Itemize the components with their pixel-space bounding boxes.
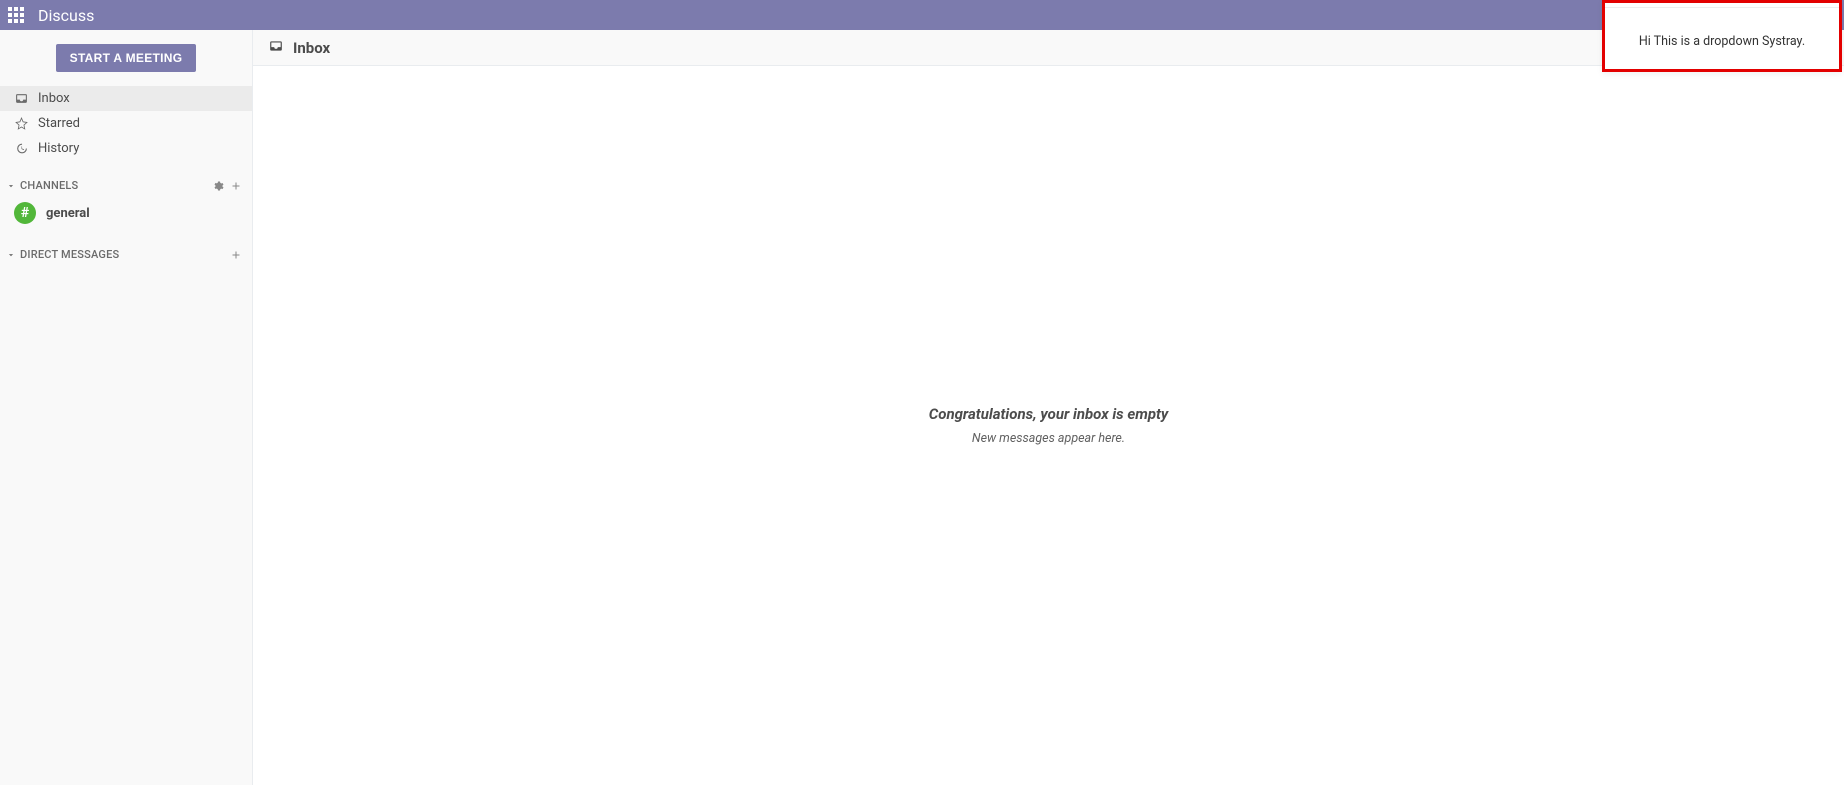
channel-label: general bbox=[46, 206, 90, 221]
inbox-icon bbox=[269, 39, 283, 57]
navbar: Discuss 5 8 Mitchell Admin bbox=[0, 0, 1844, 30]
sidebar-item-label: Inbox bbox=[38, 91, 70, 106]
plus-icon[interactable] bbox=[230, 180, 242, 192]
start-meeting-button[interactable]: START A MEETING bbox=[56, 44, 197, 72]
gear-icon[interactable] bbox=[212, 180, 224, 192]
star-icon bbox=[14, 117, 28, 130]
inbox-icon bbox=[14, 92, 28, 105]
sidebar-item-history[interactable]: History bbox=[0, 136, 252, 161]
page-title: Inbox bbox=[293, 39, 330, 57]
dm-toggle[interactable]: DIRECT MESSAGES bbox=[6, 248, 119, 261]
channels-toggle[interactable]: CHANNELS bbox=[6, 179, 78, 192]
systray-dropdown-text: Hi This is a dropdown Systray. bbox=[1605, 7, 1839, 69]
history-icon bbox=[14, 142, 28, 155]
dm-section-header: DIRECT MESSAGES bbox=[0, 230, 252, 265]
empty-title: Congratulations, your inbox is empty bbox=[929, 405, 1169, 423]
systray-dropdown[interactable]: Hi This is a dropdown Systray. bbox=[1602, 0, 1842, 72]
sidebar-item-starred[interactable]: Starred bbox=[0, 111, 252, 136]
hash-icon: # bbox=[14, 202, 36, 224]
chevron-down-icon bbox=[6, 250, 16, 260]
main: Inbox Congratulations, your inbox is emp… bbox=[253, 30, 1844, 785]
apps-menu-icon[interactable] bbox=[8, 7, 24, 23]
sidebar-item-label: Starred bbox=[38, 116, 80, 131]
sidebar-item-inbox[interactable]: Inbox bbox=[0, 86, 252, 111]
sidebar-item-label: History bbox=[38, 141, 79, 156]
channel-general[interactable]: # general bbox=[0, 196, 252, 230]
empty-subtitle: New messages appear here. bbox=[972, 431, 1125, 446]
chevron-down-icon bbox=[6, 181, 16, 191]
channels-section-header: CHANNELS bbox=[0, 161, 252, 196]
dm-title: DIRECT MESSAGES bbox=[20, 248, 119, 261]
empty-state: Congratulations, your inbox is empty New… bbox=[253, 66, 1844, 785]
channels-title: CHANNELS bbox=[20, 179, 78, 192]
app-title[interactable]: Discuss bbox=[38, 6, 94, 25]
sidebar: START A MEETING Inbox Starred History bbox=[0, 30, 253, 785]
plus-icon[interactable] bbox=[230, 249, 242, 261]
